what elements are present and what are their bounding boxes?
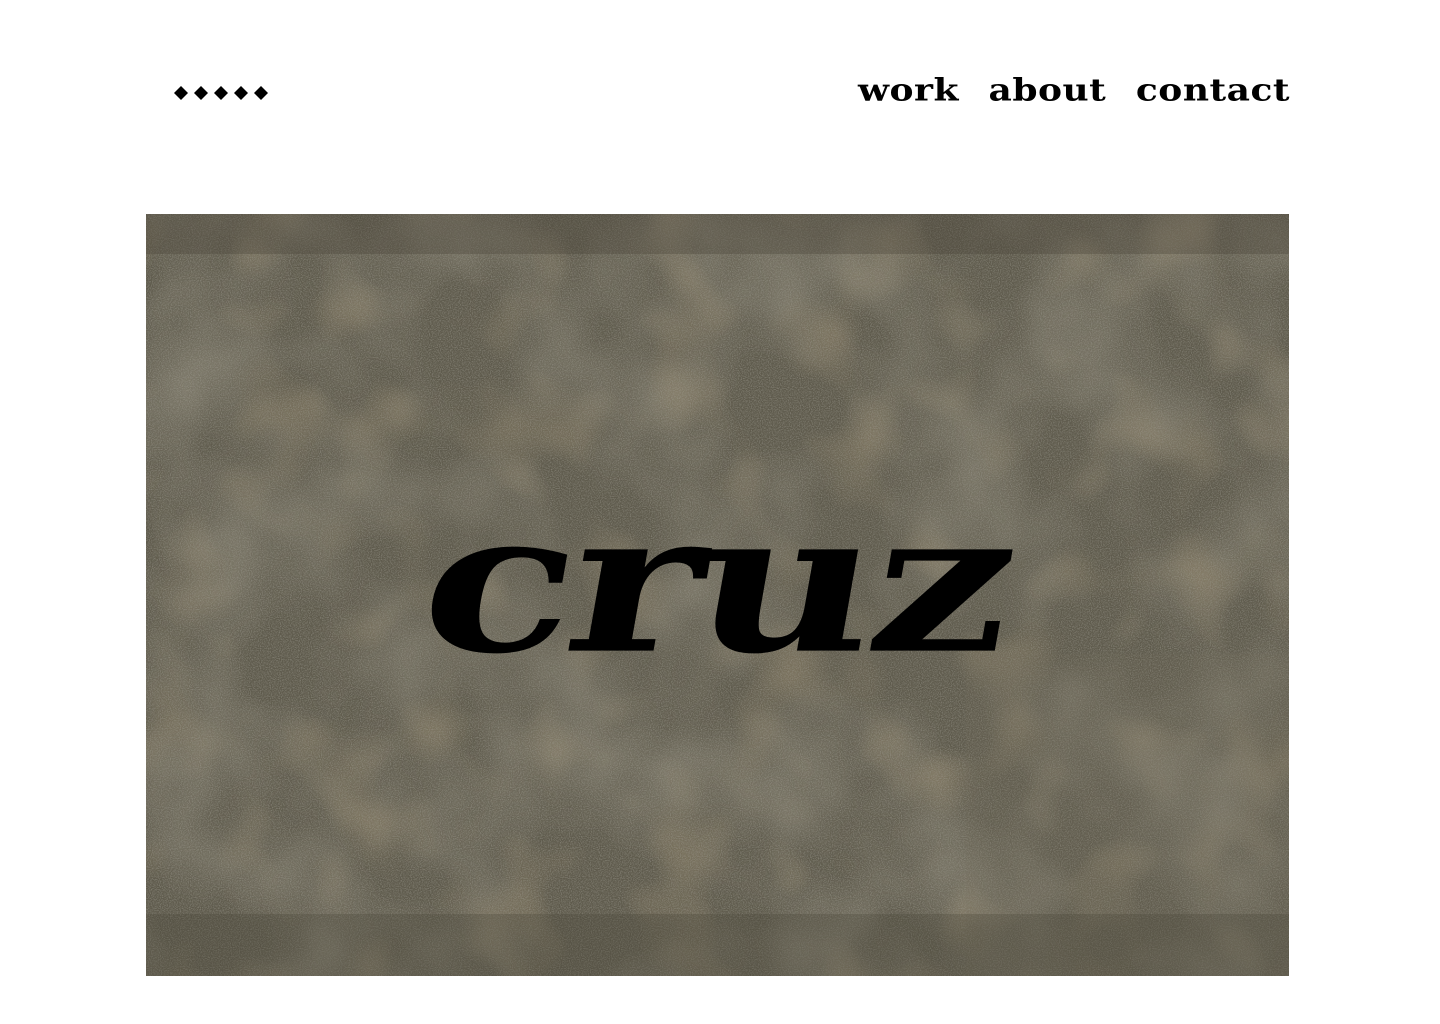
nav-work-link[interactable]: work: [858, 69, 959, 110]
diamond-icon: [254, 86, 268, 100]
diamond-icon: [194, 86, 208, 100]
hero-banner: cruz: [146, 214, 1289, 976]
nav-contact-link[interactable]: contact: [1136, 69, 1290, 110]
diamond-icon: [234, 86, 248, 100]
diamonds-logo[interactable]: [174, 86, 268, 100]
main-nav: work about contact: [858, 66, 1290, 114]
diamond-icon: [174, 86, 188, 100]
diamond-icon: [214, 86, 228, 100]
nav-about-link[interactable]: about: [989, 69, 1107, 110]
hero-title: cruz: [405, 467, 1030, 697]
